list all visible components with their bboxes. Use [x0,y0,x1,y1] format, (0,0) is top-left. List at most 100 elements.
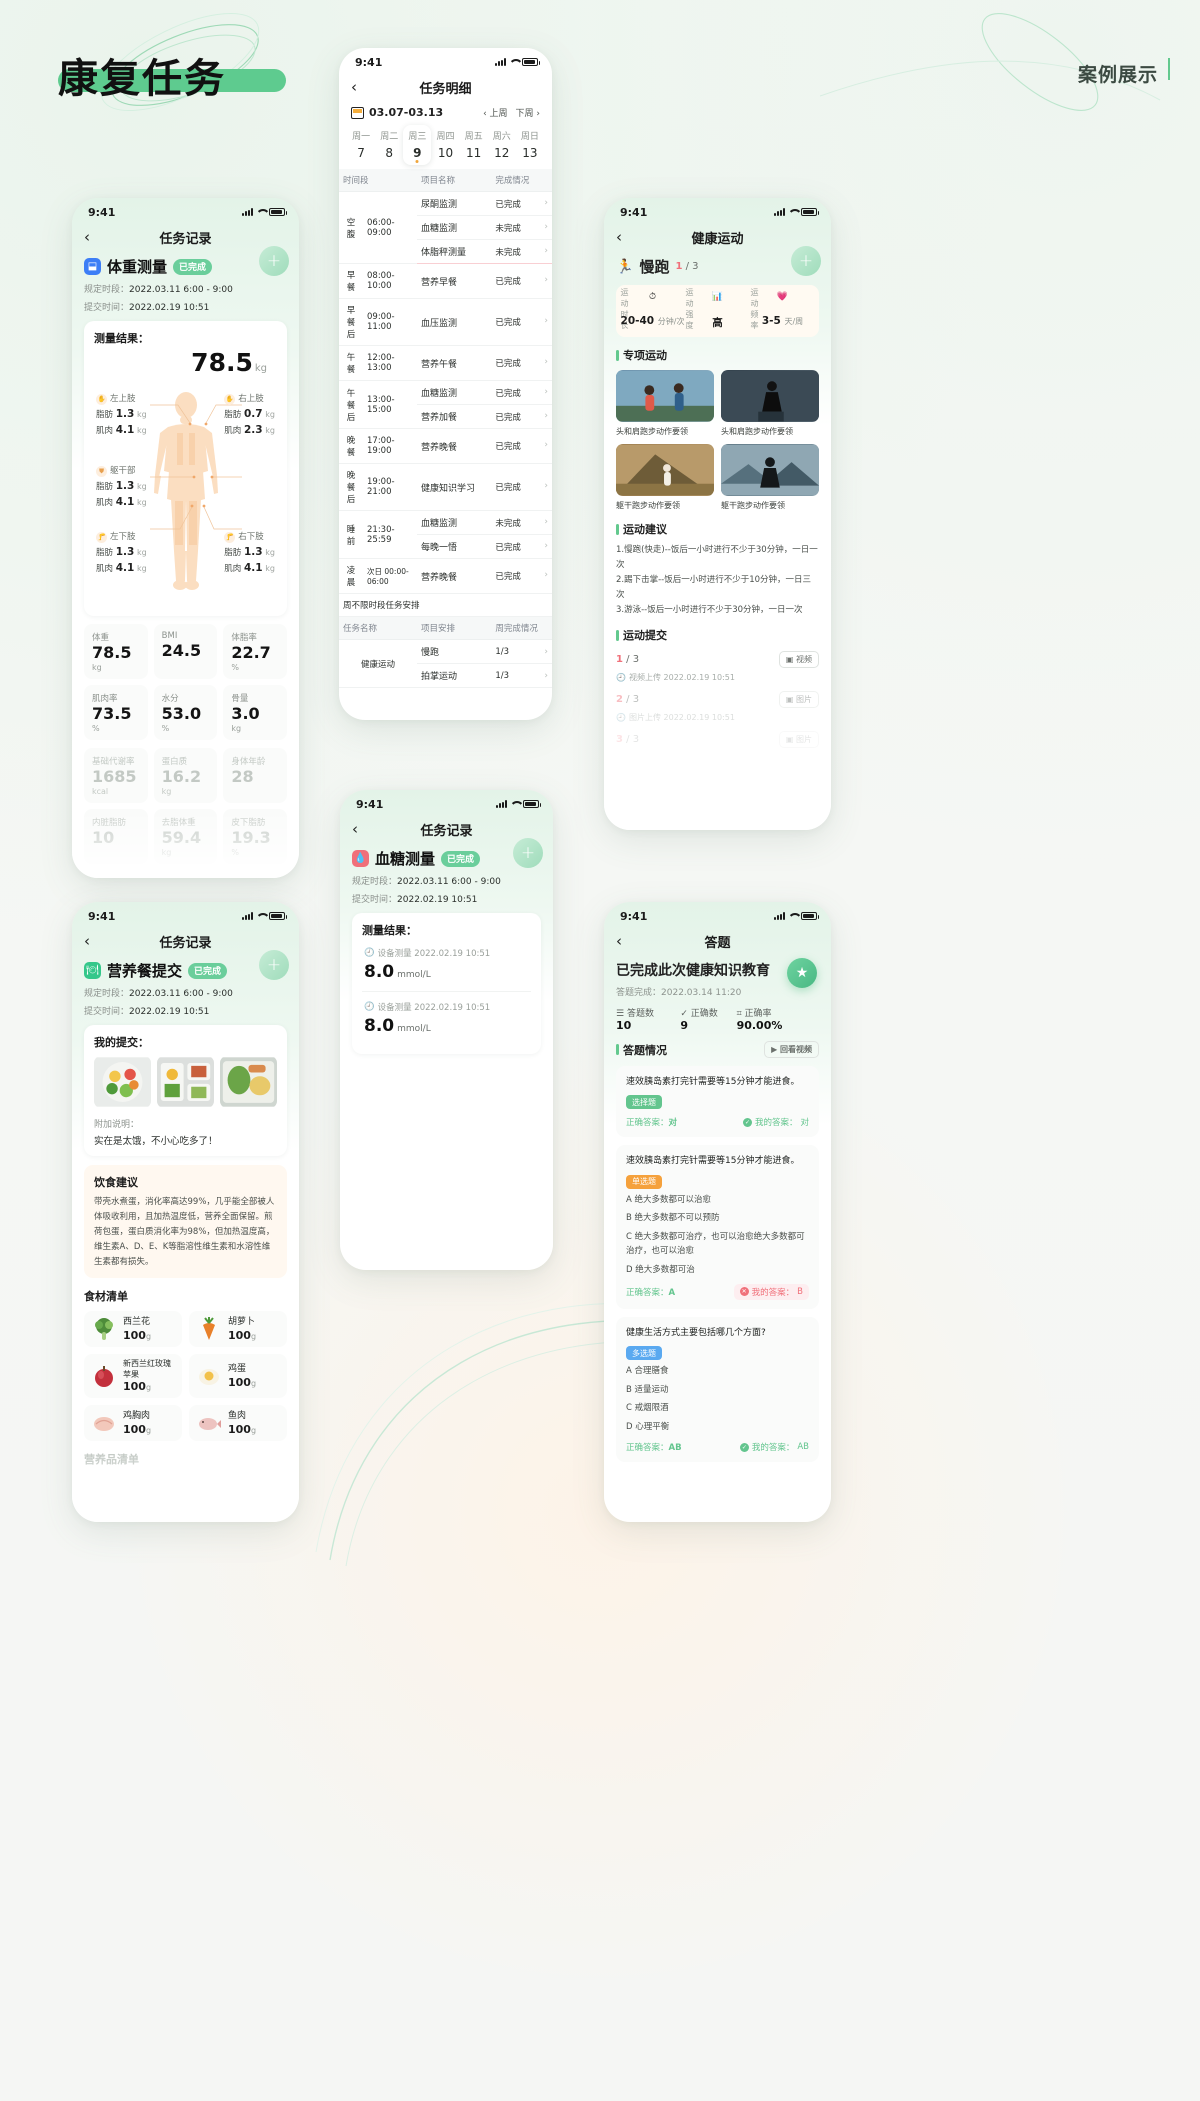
add-task-fab[interactable]: + [513,838,543,868]
day-cell[interactable]: 周二 8 [375,125,403,165]
meta-submit-label: 提交时间： [84,303,130,313]
time-range: 06:00-09:00 [363,191,417,264]
fish-icon [199,1418,221,1431]
next-week-button[interactable]: 下周 › [516,106,540,119]
reading-unit: mmol/L [397,970,431,980]
limb-label: 左上肢 [110,394,136,404]
meal-photo[interactable] [157,1056,214,1108]
food-item[interactable]: 鸡胸肉 100g [84,1405,182,1442]
day-cell[interactable]: 周四 10 [431,125,459,165]
video-caption: 躯干跑步动作要领 [721,501,785,510]
limb-label: 躯干部 [110,466,136,476]
food-weight: 100 [228,1375,251,1389]
signal-icon [242,912,253,920]
muscle-label: 肌肉 [96,497,114,508]
question-option[interactable]: A 合理膳食 [626,1364,809,1378]
video-card[interactable]: 躯干跑步动作要领 [616,444,714,511]
check-icon: ✓ [739,1442,749,1452]
chevron-right-icon: › [544,570,548,580]
upload-type-button[interactable]: ▣ 图片 [778,691,819,709]
stat-tile: 蛋白质 16.2 kg [153,748,218,803]
day-cell[interactable]: 周日 13 [516,125,544,165]
stat-unit: % [92,724,100,733]
day-cell[interactable]: 周一 7 [347,125,375,165]
question-option[interactable]: C 戒烟限酒 [626,1401,809,1415]
date-range: 03.07-03.13 [369,106,444,119]
task-name: 血糖测量 [375,850,436,868]
page-title: 答题 [704,935,731,951]
meta-submit-value: 2022.02.19 10:51 [397,895,478,905]
section-exercise-advice: 运动建议 [616,521,819,537]
answer-row: 正确答案：A ✕ 我的答案： B [626,1283,809,1300]
time-range: 19:00-21:00 [363,463,417,511]
stat-tile: BMI 24.5 [153,624,218,679]
food-item[interactable]: 新西兰红玫瑰苹果 100g [84,1354,182,1399]
row-status: 已完成 › [491,298,552,346]
food-item[interactable]: 鸡蛋 100g [189,1354,287,1399]
chevron-right-icon: › [544,275,548,285]
add-task-fab[interactable]: + [791,246,821,276]
quiz-subtitle-value: 2022.03.14 11:20 [661,988,742,998]
quiz-subtitle: 答题完成：2022.03.14 11:20 [616,985,819,998]
metric-value: 3-5 [761,315,781,327]
table-row[interactable]: 早餐后 09:00-11:00 血压监测 已完成 › [339,298,552,346]
upload-type: 视频 [796,655,812,665]
exercise-progress: 1 / 3 [675,261,698,272]
table-row[interactable]: 晚餐 17:00-19:00 营养晚餐 已完成 › [339,428,552,464]
table-row[interactable]: 午餐后 13:00-15:00 血糖监测 已完成 › [339,380,552,429]
add-task-fab[interactable]: + [259,950,289,980]
review-video-button[interactable]: ▶ 回看视频 [764,1041,819,1058]
upload-total: / 3 [626,694,640,706]
project-name: 营养早餐 [417,263,492,299]
stat-value: 53.0 [161,704,202,723]
video-card[interactable]: 躯干跑步动作要领 [721,444,819,511]
question-option[interactable]: B 绝大多数都不可以预防 [626,1211,809,1225]
question-option[interactable]: D 绝大多数都可治 [626,1263,809,1277]
chevron-right-icon: › [544,440,548,450]
table-row[interactable]: 早餐 08:00-10:00 营养早餐 已完成 › [339,263,552,299]
food-unit: g [250,1378,257,1388]
day-cell[interactable]: 周六 12 [488,125,516,165]
wifi-icon [788,912,798,920]
food-weight: 100 [123,1380,146,1394]
day-weekday: 周五 [464,132,483,142]
video-card[interactable]: 头和肩跑步动作要领 [721,370,819,437]
table-row[interactable]: 晚餐后 19:00-21:00 健康知识学习 已完成 › [339,463,552,511]
food-item[interactable]: 鱼肉 100g [189,1405,287,1442]
meta-submit: 提交时间：2022.02.19 10:51 [352,892,541,905]
table-row[interactable]: 空腹 06:00-09:00 尿酮监测 已完成 › [339,191,552,264]
question-option[interactable]: C 绝大多数都可治疗，也可以治愈绝大多数都可治疗，也可以治愈 [626,1230,809,1259]
diet-advice-card: 饮食建议 带壳水煮蛋，消化率高达99%，几乎能全部被人体吸收利用，且加热温度低，… [84,1165,287,1279]
meal-icon: 🍽 [84,962,101,979]
food-item[interactable]: 西兰花 100g [84,1311,182,1348]
table-row[interactable]: 睡前 21:30-25:59 血糖监测 未完成 › [339,510,552,559]
stat-unit: % [161,724,170,733]
muscle-label: 肌肉 [224,563,242,574]
meal-photo[interactable] [220,1056,277,1108]
day-cell-selected[interactable]: 周三 9 [403,125,432,165]
table-row[interactable]: 健康运动 慢跑 1/3 › [339,639,552,688]
table-row[interactable]: 凌晨 次日 00:00-06:00 营养晚餐 已完成 › [339,558,552,594]
add-task-fab[interactable]: + [259,246,289,276]
day-cell[interactable]: 周五 11 [460,125,488,165]
fat-value: 1.3 [115,545,135,558]
question-option[interactable]: D 心理平衡 [626,1420,809,1434]
project-name: 体脂秤测量 [417,239,492,264]
status-badge: 已完成 [173,258,213,275]
meal-photo[interactable] [94,1056,151,1108]
question-option[interactable]: A 绝大多数都可以治愈 [626,1193,809,1207]
food-list-title: 食材清单 [84,1290,128,1304]
video-thumbnail [616,370,714,422]
question-option[interactable]: B 适量运动 [626,1383,809,1397]
stat-value: 9 [680,1019,688,1032]
stat-unit: kcal [92,787,109,796]
table-row[interactable]: 午餐 12:00-13:00 营养午餐 已完成 › [339,345,552,381]
upload-type-button[interactable]: ▣ 视频 [778,651,819,669]
stat-unit: kg [92,663,102,672]
day-weekday: 周二 [380,132,399,142]
food-item[interactable]: 胡萝卜 100g [189,1311,287,1348]
day-weekday: 周一 [352,132,371,142]
prev-week-button[interactable]: ‹ 上周 [483,106,507,119]
upload-type-button[interactable]: ▣ 图片 [778,731,819,749]
video-card[interactable]: 头和肩跑步动作要领 [616,370,714,437]
